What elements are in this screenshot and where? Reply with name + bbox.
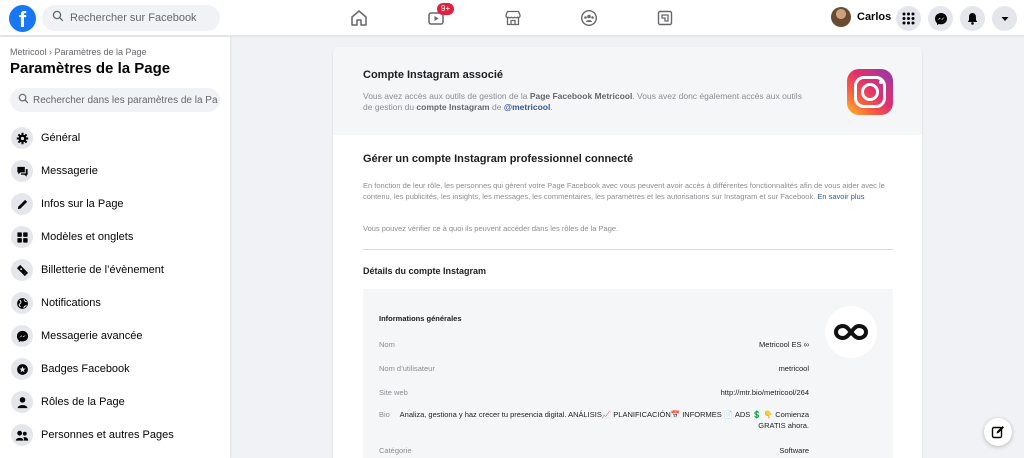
- facebook-logo-icon[interactable]: f: [9, 5, 36, 32]
- settings-search-input[interactable]: [33, 94, 218, 106]
- general-info-panel: Informations générales Nom Metricool ES …: [363, 289, 893, 458]
- account-details-heading: Détails du compte Instagram: [363, 266, 487, 276]
- search-icon: [18, 91, 29, 109]
- row-value-username: metricool: [778, 364, 809, 373]
- instagram-settings-card: Compte Instagram associé Vous avez accès…: [333, 47, 922, 458]
- sidebar-item-label: Badges Facebook: [41, 363, 130, 375]
- ticket-icon: [11, 259, 33, 281]
- grid-icon: [11, 226, 33, 248]
- compose-icon: [991, 426, 1004, 439]
- sidebar-item-event-ticketing[interactable]: Billetterie de l’évènement: [8, 255, 222, 285]
- sidebar-item-people-other-pages[interactable]: Personnes et autres Pages: [8, 420, 222, 450]
- notifications-button[interactable]: [960, 6, 985, 31]
- settings-sidebar: Metricool › Paramètres de la Page Paramè…: [0, 37, 230, 458]
- sidebar-item-label: Personnes et autres Pages: [41, 429, 174, 441]
- linked-account-heading: Compte Instagram associé: [363, 69, 503, 81]
- user-profile-button[interactable]: Carlos: [831, 7, 891, 27]
- grid-menu-icon: [902, 12, 915, 25]
- row-value-bio: Analiza, gestiona y haz crecer tu presen…: [399, 410, 809, 430]
- messenger-button[interactable]: [928, 6, 953, 31]
- nav-watch-icon[interactable]: 9+: [423, 3, 455, 30]
- pencil-icon: [11, 193, 33, 215]
- sidebar-item-label: Rôles de la Page: [41, 396, 125, 408]
- row-label-username: Nom d’utilisateur: [379, 364, 435, 373]
- menu-grid-button[interactable]: [896, 6, 921, 31]
- sidebar-item-label: Modèles et onglets: [41, 231, 134, 243]
- sidebar-item-messaging[interactable]: Messagerie: [8, 156, 222, 186]
- roles-note: Vous pouvez vérifier ce à quoi ils peuve…: [363, 224, 619, 233]
- breadcrumb[interactable]: Metricool › Paramètres de la Page: [10, 47, 147, 57]
- chevron-down-icon: [1001, 16, 1008, 21]
- linked-account-description: Vous avez accès aux outils de gestion de…: [363, 91, 802, 112]
- row-value-website[interactable]: http://mtr.bio/metricool/264: [721, 388, 809, 399]
- sidebar-item-notifications[interactable]: Notifications: [8, 288, 222, 318]
- nav-gaming-icon[interactable]: [652, 6, 678, 30]
- top-bar: f 9+ Carlos: [0, 0, 1024, 36]
- sidebar-item-page-roles[interactable]: Rôles de la Page: [8, 387, 222, 417]
- sidebar-item-label: Billetterie de l’évènement: [41, 264, 164, 276]
- sidebar-item-label: Messagerie avancée: [41, 330, 143, 342]
- gear-icon: [11, 127, 33, 149]
- notification-badge: 9+: [437, 3, 455, 15]
- manage-account-description: En fonction de leur rôle, les personnes …: [363, 181, 885, 201]
- facebook-search-input[interactable]: [70, 12, 220, 24]
- divider: [363, 249, 893, 250]
- sidebar-item-label: Général: [41, 132, 81, 144]
- avatar: [831, 7, 851, 27]
- nav-groups-icon[interactable]: [576, 6, 602, 30]
- row-label-name: Nom: [379, 340, 395, 349]
- user-name: Carlos: [857, 11, 892, 23]
- row-value-name: Metricool ES ∞: [759, 340, 809, 349]
- row-label-website: Site web: [379, 388, 408, 397]
- metricool-avatar: [825, 306, 877, 358]
- sidebar-item-page-info[interactable]: Infos sur la Page: [8, 189, 222, 219]
- sidebar-item-facebook-badges[interactable]: Badges Facebook: [8, 354, 222, 384]
- row-label-bio: Bio: [379, 410, 390, 419]
- row-value-category: Software: [779, 446, 809, 455]
- globe-icon: [11, 292, 33, 314]
- messenger-icon: [934, 12, 947, 25]
- manage-account-heading: Gérer un compte Instagram professionnel …: [363, 153, 634, 165]
- search-icon: [52, 9, 64, 27]
- people-icon: [11, 424, 33, 446]
- learn-more-link[interactable]: En savoir plus: [817, 192, 864, 201]
- sidebar-item-label: Notifications: [41, 297, 101, 309]
- sidebar-item-advanced-messaging[interactable]: Messagerie avancée: [8, 321, 222, 351]
- facebook-search[interactable]: [42, 5, 220, 31]
- nav-home-icon[interactable]: [346, 6, 372, 30]
- account-menu-button[interactable]: [992, 6, 1017, 31]
- sidebar-item-label: Infos sur la Page: [41, 198, 124, 210]
- sidebar-item-label: Messagerie: [41, 165, 98, 177]
- messenger-icon: [11, 325, 33, 347]
- general-info-title: Informations générales: [379, 314, 462, 323]
- sidebar-item-templates-tabs[interactable]: Modèles et onglets: [8, 222, 222, 252]
- row-label-category: Catégorie: [379, 446, 412, 455]
- settings-search[interactable]: [10, 88, 220, 112]
- sidebar-item-general[interactable]: Général: [8, 123, 222, 153]
- bell-icon: [967, 13, 978, 25]
- person-icon: [11, 391, 33, 413]
- infinity-logo-icon: [834, 323, 868, 341]
- badge-icon: [11, 358, 33, 380]
- page-title: Paramètres de la Page: [10, 60, 171, 77]
- new-message-button[interactable]: [984, 418, 1012, 446]
- chat-icon: [11, 160, 33, 182]
- instagram-logo-icon: [847, 69, 893, 115]
- nav-marketplace-icon[interactable]: [500, 6, 526, 30]
